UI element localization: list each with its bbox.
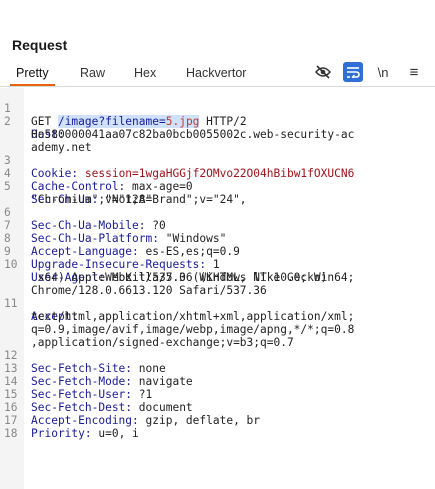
word-wrap-button[interactable] bbox=[343, 62, 363, 82]
wrap-icon bbox=[347, 67, 360, 78]
tab-hex[interactable]: Hex bbox=[130, 64, 160, 82]
tab-bar: Pretty Raw Hex Hackvertor \n ≡ bbox=[0, 61, 435, 87]
show-newlines-button[interactable]: \n bbox=[374, 62, 392, 82]
eye-slash-icon bbox=[315, 65, 331, 79]
tab-pretty[interactable]: Pretty bbox=[10, 64, 55, 86]
panel-title: Request bbox=[12, 37, 68, 53]
hide-nonprintable-button[interactable] bbox=[313, 62, 333, 82]
tab-hackvertor[interactable]: Hackvertor bbox=[182, 64, 250, 82]
request-editor[interactable]: 1 GET /image?filename=5.jpg HTTP/2 2 Hos… bbox=[0, 88, 435, 489]
tab-raw[interactable]: Raw bbox=[76, 64, 109, 82]
menu-button[interactable]: ≡ bbox=[405, 62, 423, 82]
